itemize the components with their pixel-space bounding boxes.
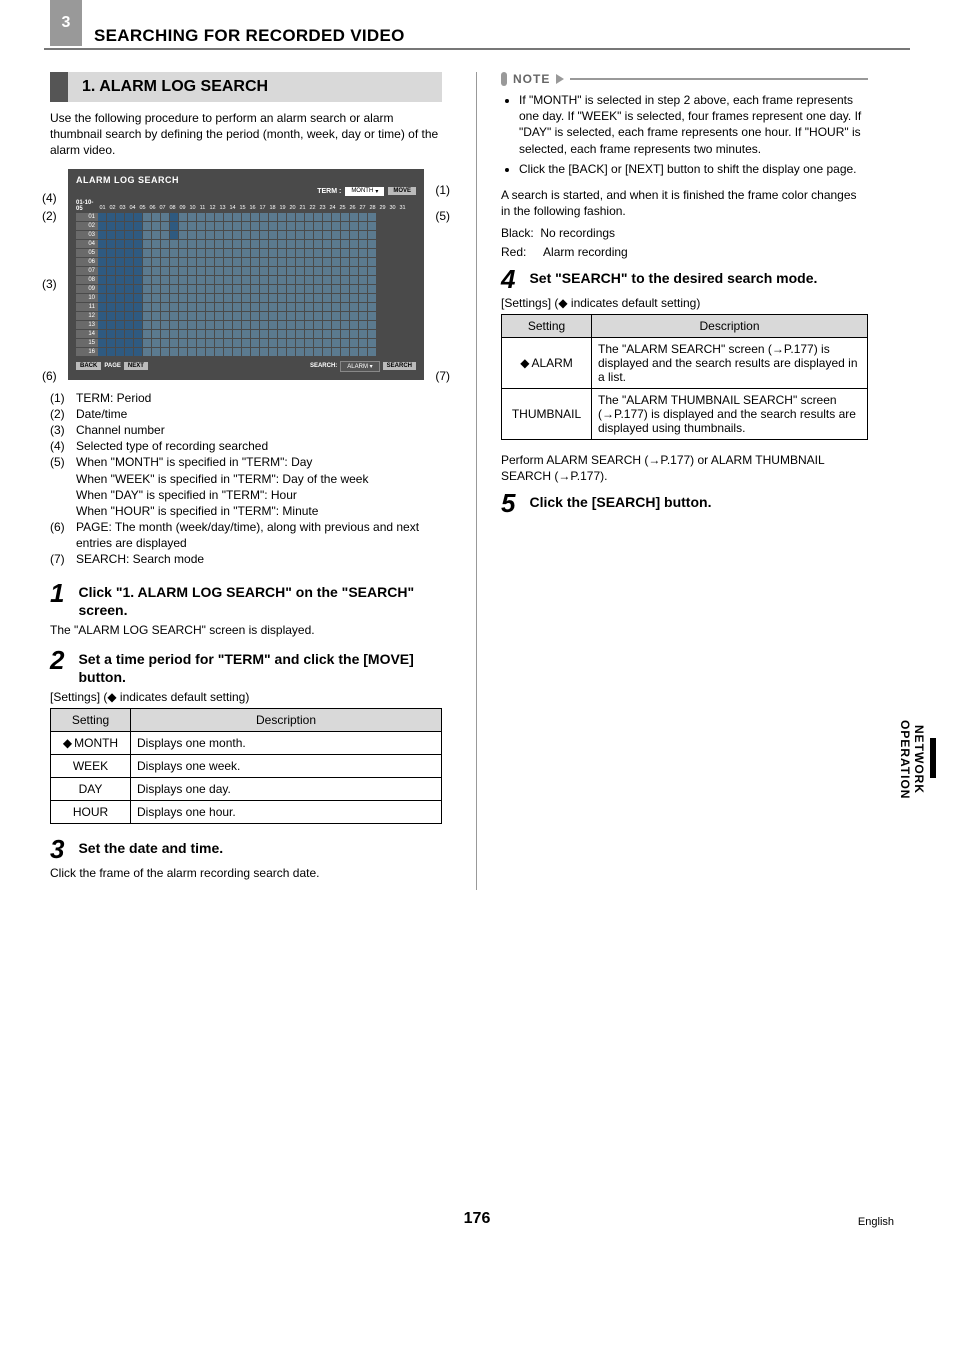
settings-note-1: [Settings] (◆ indicates default setting) xyxy=(50,690,442,704)
section-title: ALARM LOG SEARCH xyxy=(99,78,268,95)
data-grid[interactable] xyxy=(98,213,376,357)
search-settings-table: Setting Description ALARMThe "ALARM SEAR… xyxy=(501,314,868,440)
note-list: If "MONTH" is selected in step 2 above, … xyxy=(501,92,868,177)
day-axis: 0102030405060708091011121314151617181920… xyxy=(98,205,407,211)
step-5: 5 Click the [SEARCH] button. xyxy=(501,490,868,516)
callout-1: (1) xyxy=(435,183,450,197)
callout-2: (2) xyxy=(42,209,57,223)
callout-7: (7) xyxy=(435,369,450,383)
section-number: 1. xyxy=(82,78,95,95)
step-2: 2 Set a time period for "TERM" and click… xyxy=(50,647,442,686)
page-number: 176 xyxy=(464,1210,491,1227)
header-divider xyxy=(44,48,910,50)
channel-labels: 01020304050607080910111213141516 xyxy=(76,213,98,357)
callout-4: (4) xyxy=(42,191,57,205)
step-1-desc: The "ALARM LOG SEARCH" screen is display… xyxy=(50,623,442,637)
term-settings-table: Setting Description MONTHDisplays one mo… xyxy=(50,708,442,824)
callout-legend: (1)TERM: Period (2)Date/time (3)Channel … xyxy=(50,390,442,568)
term-label: TERM : xyxy=(317,188,341,195)
section-side-tab: NETWORK OPERATION xyxy=(898,720,940,799)
step-4: 4 Set "SEARCH" to the desired search mod… xyxy=(501,266,868,292)
chapter-number: 3 xyxy=(50,0,82,46)
date-label: 01-10-05 xyxy=(76,200,98,213)
search-started-text: A search is started, and when it is fini… xyxy=(501,187,868,219)
triangle-icon xyxy=(556,74,564,84)
step-3: 3 Set the date and time. xyxy=(50,836,442,862)
settings-note-2: [Settings] (◆ indicates default setting) xyxy=(501,296,868,310)
perform-text: Perform ALARM SEARCH (→P.177) or ALARM T… xyxy=(501,452,868,484)
back-button[interactable]: BACK xyxy=(76,362,101,370)
search-button[interactable]: SEARCH xyxy=(383,362,416,370)
section-banner: 1. ALARM LOG SEARCH xyxy=(50,72,442,102)
color-black: Black: No recordings xyxy=(501,225,868,241)
step-1: 1 Click "1. ALARM LOG SEARCH" on the "SE… xyxy=(50,580,442,619)
language-label: English xyxy=(858,1216,894,1228)
callout-6: (6) xyxy=(42,369,57,383)
step-3-desc: Click the frame of the alarm recording s… xyxy=(50,866,442,880)
note-heading: NOTE xyxy=(501,72,868,86)
page-footer: 176 English xyxy=(0,1210,954,1228)
next-button[interactable]: NEXT xyxy=(124,362,148,370)
chapter-title: SEARCHING FOR RECORDED VIDEO xyxy=(94,26,405,46)
term-dropdown[interactable]: MONTH▾ xyxy=(345,187,384,196)
alarm-log-search-diagram: (1) (4) (2) (5) (3) (6) (7) ALARM LOG SE… xyxy=(68,169,424,380)
move-button[interactable]: MOVE xyxy=(388,187,416,195)
callout-5: (5) xyxy=(435,209,450,223)
search-label: SEARCH: xyxy=(310,363,337,369)
search-mode-dropdown[interactable]: ALARM ▾ xyxy=(340,361,379,372)
color-red: Red: Alarm recording xyxy=(501,244,868,260)
diagram-title: ALARM LOG SEARCH xyxy=(76,175,416,185)
section-intro: Use the following procedure to perform a… xyxy=(50,110,442,159)
callout-3: (3) xyxy=(42,277,57,291)
page-label: PAGE xyxy=(104,363,121,369)
